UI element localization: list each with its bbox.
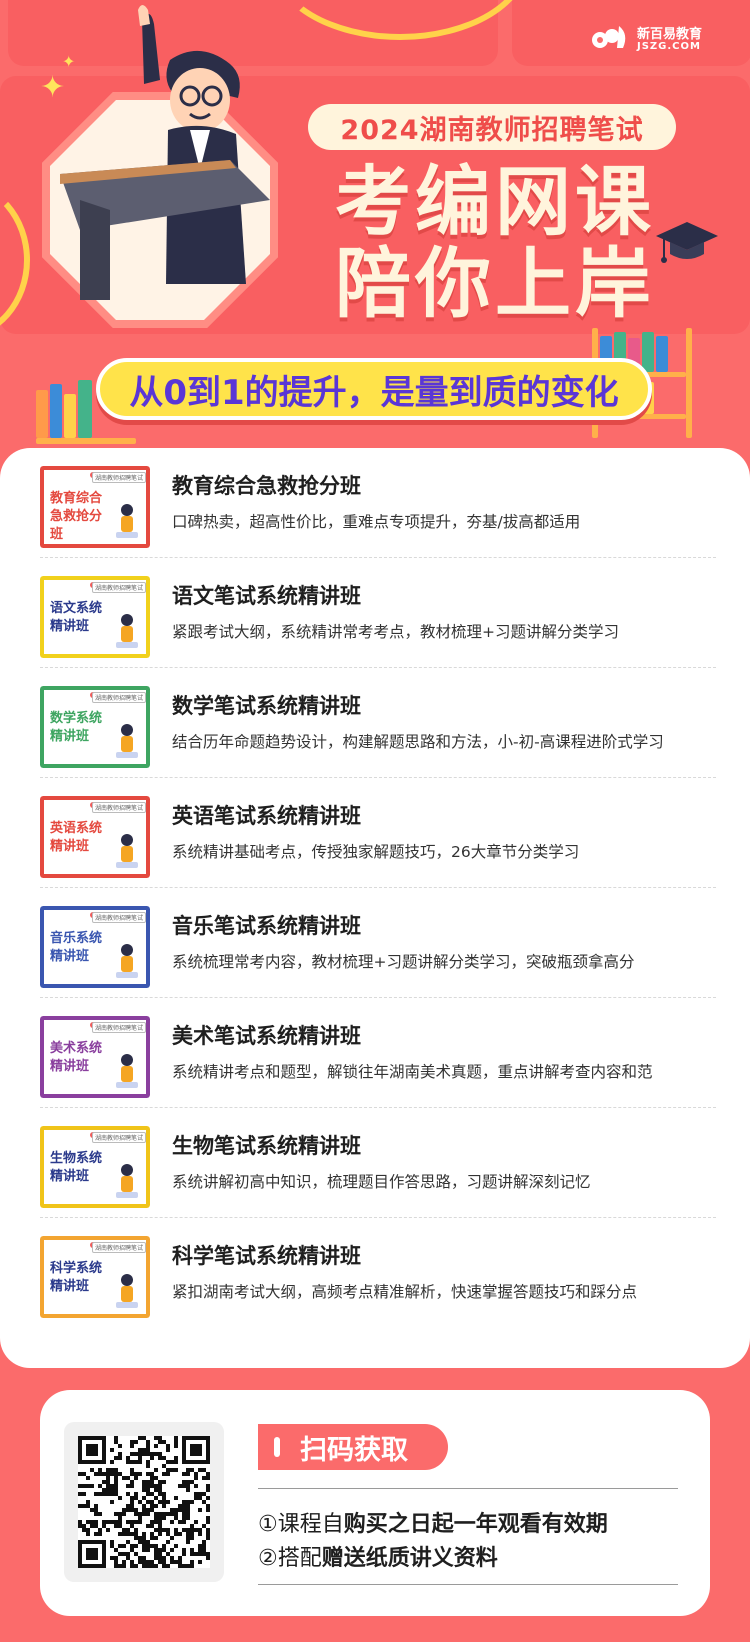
benefit-materials: ②搭配赠送纸质讲义资料	[258, 1540, 498, 1572]
thumbnail-title-line1: 数学系统	[50, 711, 103, 726]
divider	[258, 1488, 678, 1489]
thumbnail-tag: 湖南教师招聘笔试	[91, 1022, 146, 1033]
thumbnail-title-line2: 精讲班	[50, 1169, 90, 1184]
course-thumbnail[interactable]: 湖南教师招聘笔试 生物系统 精讲班	[40, 1126, 150, 1208]
benefit-validity: ①课程自购买之日起一年观看有效期	[258, 1506, 608, 1538]
thumbnail-tag: 湖南教师招聘笔试	[91, 912, 146, 923]
course-title[interactable]: 数学笔试系统精讲班	[172, 690, 361, 720]
thumbnail-title-line1: 英语系统	[50, 821, 103, 836]
thumbnail-tag: 湖南教师招聘笔试	[91, 1132, 146, 1143]
course-thumbnail[interactable]: 湖南教师招聘笔试 音乐系统 精讲班	[40, 906, 150, 988]
course-item[interactable]: 湖南教师招聘笔试 英语系统 精讲班 英语笔试系统精讲班 系统精讲基础考点，传授独…	[40, 778, 716, 888]
thumbnail-title-line2: 精讲班	[50, 729, 90, 744]
exam-year-title: 2024湖南教师招聘笔试	[308, 104, 676, 150]
course-item[interactable]: 湖南教师招聘笔试 科学系统 精讲班 科学笔试系统精讲班 紧扣湖南考试大纲，高频考…	[40, 1218, 716, 1328]
course-item[interactable]: 湖南教师招聘笔试 语文系统 精讲班 语文笔试系统精讲班 紧跟考试大纲，系统精讲常…	[40, 558, 716, 668]
teacher-figure-icon	[116, 504, 138, 538]
page: 新百易教育 JSZG.COM ✦ ✦ 2024湖南教师招聘笔试 考编网课 陪你上…	[0, 0, 750, 1642]
thumbnail-title-line1: 美术系统	[50, 1041, 103, 1056]
course-description: 系统讲解初高中知识，梳理题目作答思路，习题讲解深刻记忆	[172, 1173, 591, 1191]
benefit-validity-prefix: ①课程自	[258, 1512, 344, 1537]
thumbnail-tag: 湖南教师招聘笔试	[91, 692, 146, 703]
thumbnail-title: 科学系统 精讲班	[50, 1260, 112, 1296]
course-thumbnail[interactable]: 湖南教师招聘笔试 英语系统 精讲班	[40, 796, 150, 878]
thumbnail-title-line1: 语文系统	[50, 601, 103, 616]
divider	[258, 1584, 678, 1585]
slogan-banner: 从0到1的提升，是量到质的变化	[96, 358, 652, 420]
graduation-cap-icon	[656, 222, 718, 263]
thumbnail-title-line2: 精讲班	[50, 619, 90, 634]
course-title[interactable]: 科学笔试系统精讲班	[172, 1240, 361, 1270]
course-item[interactable]: 湖南教师招聘笔试 生物系统 精讲班 生物笔试系统精讲班 系统讲解初高中知识，梳理…	[40, 1108, 716, 1218]
qr-card: 扫码获取 ①课程自购买之日起一年观看有效期 ②搭配赠送纸质讲义资料	[40, 1390, 710, 1616]
course-item[interactable]: 湖南教师招聘笔试 美术系统 精讲班 美术笔试系统精讲班 系统精讲考点和题型，解锁…	[40, 998, 716, 1108]
qr-code-icon[interactable]	[78, 1436, 210, 1568]
brand-logo: 新百易教育 JSZG.COM	[591, 22, 702, 59]
course-item[interactable]: 湖南教师招聘笔试 音乐系统 精讲班 音乐笔试系统精讲班 系统梳理常考内容，教材梳…	[40, 888, 716, 998]
brand-domain: JSZG.COM	[636, 41, 701, 53]
thumbnail-title-line2: 精讲班	[50, 949, 90, 964]
brand-logo-icon	[591, 22, 631, 59]
course-thumbnail[interactable]: 湖南教师招聘笔试 美术系统 精讲班	[40, 1016, 150, 1098]
thumbnail-title-line1: 音乐系统	[50, 931, 103, 946]
benefit-validity-strong: 购买之日起一年观看有效期	[343, 1512, 608, 1537]
scan-label-text: 扫码获取	[300, 1434, 408, 1466]
benefit-materials-strong: 赠送纸质讲义资料	[321, 1546, 498, 1571]
thumbnail-title: 语文系统 精讲班	[50, 600, 112, 636]
course-description: 紧扣湖南考试大纲，高频考点精准解析，快速掌握答题技巧和踩分点	[172, 1283, 638, 1301]
course-thumbnail[interactable]: 湖南教师招聘笔试 语文系统 精讲班	[40, 576, 150, 658]
thumbnail-tag: 湖南教师招聘笔试	[91, 582, 146, 593]
thumbnail-title-line1: 教育综合	[50, 491, 103, 506]
course-description: 系统精讲基础考点，传授独家解题技巧，26大章节分类学习	[172, 843, 580, 861]
course-item[interactable]: 湖南教师招聘笔试 数学系统 精讲班 数学笔试系统精讲班 结合历年命题趋势设计，构…	[40, 668, 716, 778]
course-description: 口碑热卖，超高性价比，重难点专项提升，夯基/拔高都适用	[172, 513, 581, 531]
course-title[interactable]: 语文笔试系统精讲班	[172, 580, 361, 610]
headline-line-1: 考编网课	[335, 157, 655, 246]
course-description: 系统梳理常考内容，教材梳理+习题讲解分类学习，突破瓶颈拿高分	[172, 953, 635, 971]
course-title[interactable]: 生物笔试系统精讲班	[172, 1130, 361, 1160]
thumbnail-tag: 湖南教师招聘笔试	[91, 472, 146, 483]
teacher-figure-icon	[116, 1274, 138, 1308]
course-description: 紧跟考试大纲，系统精讲常考考点，教材梳理+习题讲解分类学习	[172, 623, 619, 641]
course-thumbnail[interactable]: 湖南教师招聘笔试 科学系统 精讲班	[40, 1236, 150, 1318]
teacher-figure-icon	[116, 724, 138, 758]
course-title[interactable]: 音乐笔试系统精讲班	[172, 910, 361, 940]
brand-name: 新百易教育	[636, 27, 702, 43]
course-list: 湖南教师招聘笔试 教育综合 急救抢分班 教育综合急救抢分班 口碑热卖，超高性价比…	[0, 448, 750, 1368]
qr-code-frame	[64, 1422, 224, 1582]
student-illustration-icon	[60, 5, 270, 300]
course-description: 系统精讲考点和题型，解锁往年湖南美术真题，重点讲解考查内容和范	[172, 1063, 653, 1081]
scan-to-get-label: 扫码获取	[258, 1424, 448, 1470]
thumbnail-title-line1: 科学系统	[50, 1261, 103, 1276]
thumbnail-title-line2: 精讲班	[50, 1059, 90, 1074]
thumbnail-title: 音乐系统 精讲班	[50, 930, 112, 966]
thumbnail-title-line2: 精讲班	[50, 1279, 90, 1294]
thumbnail-title: 教育综合 急救抢分班	[50, 490, 112, 544]
course-title[interactable]: 英语笔试系统精讲班	[172, 800, 361, 830]
thumbnail-title-line2: 精讲班	[50, 839, 90, 854]
teacher-figure-icon	[116, 1054, 138, 1088]
headline-line-2: 陪你上岸	[335, 239, 655, 328]
course-thumbnail[interactable]: 湖南教师招聘笔试 教育综合 急救抢分班	[40, 466, 150, 548]
benefit-materials-prefix: ②搭配	[258, 1546, 322, 1571]
course-title[interactable]: 教育综合急救抢分班	[172, 470, 361, 500]
course-thumbnail[interactable]: 湖南教师招聘笔试 数学系统 精讲班	[40, 686, 150, 768]
thumbnail-tag: 湖南教师招聘笔试	[91, 802, 146, 813]
thumbnail-title-line1: 生物系统	[50, 1151, 103, 1166]
thumbnail-title: 美术系统 精讲班	[50, 1040, 112, 1076]
thumbnail-title: 生物系统 精讲班	[50, 1150, 112, 1186]
course-title[interactable]: 美术笔试系统精讲班	[172, 1020, 361, 1050]
teacher-figure-icon	[116, 1164, 138, 1198]
thumbnail-title-line2: 急救抢分班	[50, 509, 103, 542]
teacher-figure-icon	[116, 614, 138, 648]
thumbnail-title: 英语系统 精讲班	[50, 820, 112, 856]
scan-bar-icon	[274, 1437, 280, 1457]
course-item[interactable]: 湖南教师招聘笔试 教育综合 急救抢分班 教育综合急救抢分班 口碑热卖，超高性价比…	[40, 448, 716, 558]
teacher-figure-icon	[116, 944, 138, 978]
thumbnail-title: 数学系统 精讲班	[50, 710, 112, 746]
course-description: 结合历年命题趋势设计，构建解题思路和方法，小-初-高课程进阶式学习	[172, 733, 664, 751]
teacher-figure-icon	[116, 834, 138, 868]
thumbnail-tag: 湖南教师招聘笔试	[91, 1242, 146, 1253]
